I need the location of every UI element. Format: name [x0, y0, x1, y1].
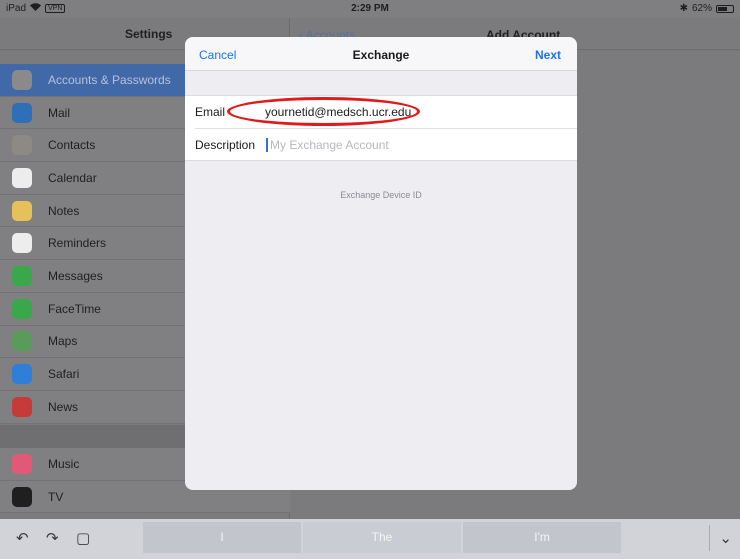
exchange-modal: Cancel Exchange Next Email yournetid@med… [185, 37, 577, 490]
messages-icon [12, 265, 32, 286]
suggestion-1[interactable]: I [143, 522, 301, 553]
email-highlight-circle [227, 97, 420, 126]
description-field[interactable]: My Exchange Account [270, 138, 389, 152]
sidebar-item-label: Accounts & Passwords [48, 72, 171, 87]
status-bar: iPad VPN 2:29 PM ✱ 62% [0, 0, 740, 18]
sidebar-item-label: Safari [48, 367, 80, 382]
sidebar-item-label: Reminders [48, 236, 107, 251]
sidebar-item-label: News [48, 399, 79, 414]
news-icon [12, 396, 32, 417]
chevron-down-icon[interactable]: ⌄ [719, 529, 732, 547]
status-time: 2:29 PM [351, 3, 389, 14]
sidebar-item-label: Maps [48, 334, 78, 349]
music-icon [12, 453, 32, 474]
next-button[interactable]: Next [535, 48, 561, 62]
tv-icon [12, 486, 32, 507]
sidebar-item-label: Calendar [48, 170, 97, 185]
maps-icon [12, 331, 32, 352]
email-row[interactable]: Email yournetid@medsch.ucr.edu [185, 96, 577, 128]
sidebar-item-label: Notes [48, 203, 80, 218]
notes-icon [12, 200, 32, 221]
suggestion-2[interactable]: The [303, 522, 461, 553]
sidebar-item-label: TV [48, 489, 64, 504]
redo-icon[interactable]: ↷ [46, 529, 59, 547]
sidebar-item-label: Messages [48, 268, 103, 283]
paste-icon[interactable]: ▢ [76, 529, 90, 547]
calendar-icon [12, 167, 32, 188]
contacts-icon [12, 135, 32, 156]
modal-title: Exchange [352, 48, 410, 62]
modal-nav-bar: Cancel Exchange Next [185, 37, 577, 71]
sidebar-item-label: FaceTime [48, 301, 101, 316]
undo-icon[interactable]: ↶ [16, 529, 29, 547]
key-icon [12, 69, 32, 90]
mail-icon [12, 102, 32, 123]
sidebar-item-label: Contacts [48, 138, 96, 153]
battery-icon [716, 4, 734, 13]
facetime-icon [12, 298, 32, 319]
text-cursor [266, 137, 268, 152]
description-label: Description [195, 137, 256, 152]
bluetooth-icon: ✱ [679, 3, 688, 14]
battery-percent: 62% [691, 3, 712, 14]
sidebar-item-label: Music [48, 456, 80, 471]
keyboard-shortcut-bar: ↶ ↷ ▢ I The I'm ⌄ [0, 519, 740, 559]
description-row[interactable]: Description My Exchange Account [195, 128, 577, 160]
reminders-icon [12, 233, 32, 254]
suggestion-3[interactable]: I'm [463, 522, 621, 553]
sidebar-item-label: Mail [48, 105, 71, 120]
account-fields: Email yournetid@medsch.ucr.edu Descripti… [185, 95, 577, 161]
divider [709, 525, 710, 551]
safari-icon [12, 364, 32, 385]
exchange-device-id-label: Exchange Device ID [340, 190, 422, 200]
